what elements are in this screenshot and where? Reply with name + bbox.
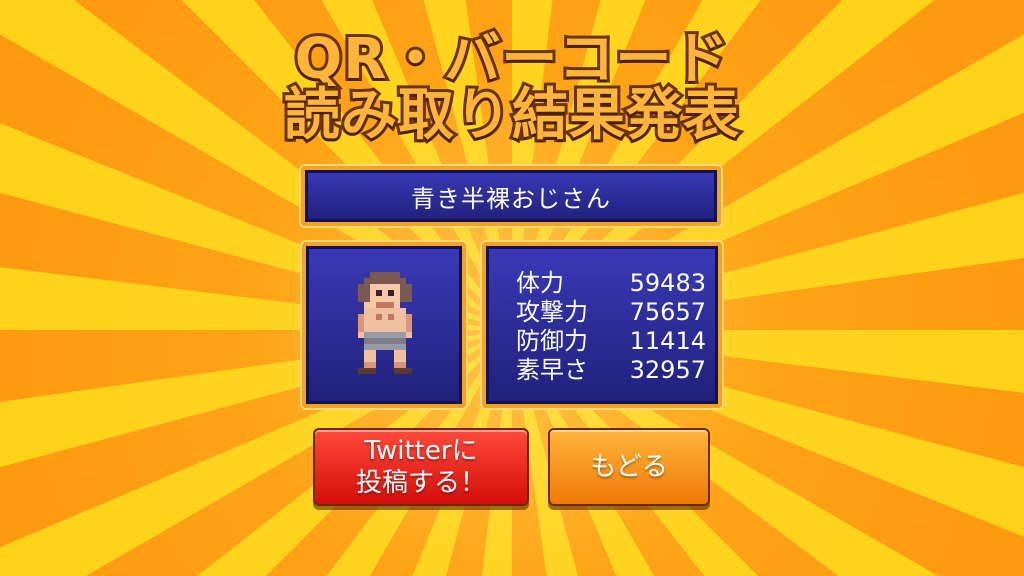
tweet-button-label-line-1: Twitterに xyxy=(364,436,478,466)
stat-value: 59483 xyxy=(629,269,706,297)
pixel-character-shirtless-man-icon xyxy=(358,272,412,374)
stat-row-attack: 攻撃力 75657 xyxy=(516,297,706,327)
character-stats-panel: 体力 59483 攻撃力 75657 防御力 11414 素早さ 32957 xyxy=(482,242,722,408)
stat-label: 防御力 xyxy=(516,327,588,355)
stat-value: 11414 xyxy=(629,327,706,355)
character-name: 青き半裸おじさん xyxy=(411,184,611,213)
stat-label: 素早さ xyxy=(516,356,588,384)
character-name-panel: 青き半裸おじさん xyxy=(301,166,721,226)
page-title-line-2: 読み取り結果発表 xyxy=(281,81,742,151)
stat-row-defense: 防御力 11414 xyxy=(516,326,706,356)
stat-label: 攻撃力 xyxy=(516,298,588,326)
post-to-twitter-button[interactable]: Twitterに 投稿する！ xyxy=(313,428,529,506)
stat-row-hp: 体力 59483 xyxy=(516,268,706,298)
stat-value: 75657 xyxy=(629,298,706,326)
stat-value: 32957 xyxy=(629,356,706,384)
stat-row-speed: 素早さ 32957 xyxy=(516,355,706,385)
back-button-label: もどる xyxy=(590,452,668,482)
character-sprite-panel xyxy=(302,242,466,408)
back-button[interactable]: もどる xyxy=(548,428,710,506)
tweet-button-label-line-2: 投稿する！ xyxy=(355,468,486,498)
stat-label: 体力 xyxy=(516,269,564,297)
